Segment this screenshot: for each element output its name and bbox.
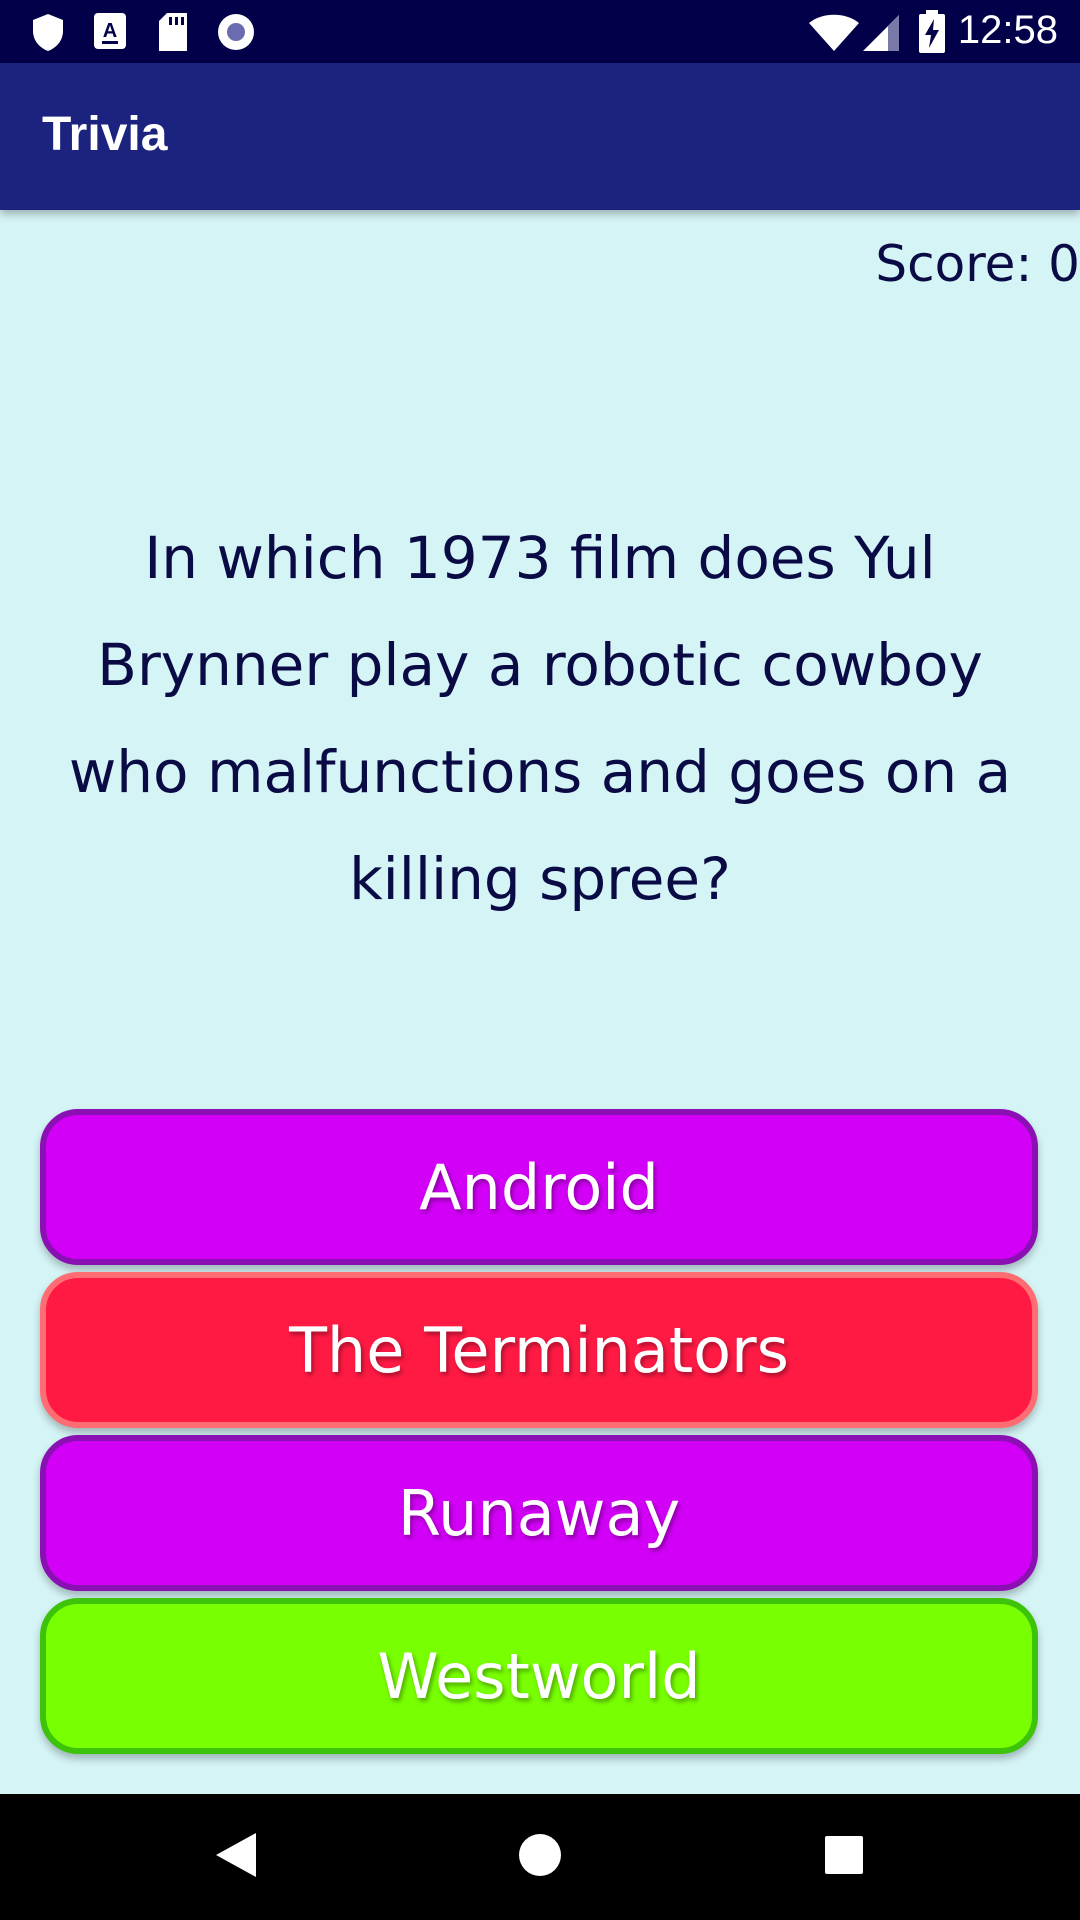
answer-button-android[interactable]: Android	[40, 1109, 1038, 1265]
sd-card-icon	[157, 12, 189, 56]
question-text: In which 1973 film does Yul Brynner play…	[68, 524, 1012, 913]
answer-button-runaway[interactable]: Runaway	[40, 1435, 1038, 1591]
trivia-screen: A 12:58 Trivia Score: 0 In which 1973 fi…	[0, 0, 1080, 1920]
svg-text:A: A	[103, 20, 117, 42]
record-icon	[216, 12, 256, 56]
back-icon	[214, 1831, 258, 1883]
shield-icon	[30, 12, 66, 56]
status-time: 12:58	[957, 8, 1058, 52]
status-bar: A 12:58	[0, 0, 1080, 63]
home-icon	[518, 1833, 562, 1881]
signal-icon	[862, 14, 900, 56]
back-button[interactable]	[161, 1794, 311, 1920]
home-button[interactable]	[465, 1794, 615, 1920]
score-label: Score: 0	[875, 235, 1080, 293]
a-notification-icon: A	[93, 12, 127, 54]
recents-button[interactable]	[769, 1794, 919, 1920]
battery-charging-icon	[918, 10, 946, 58]
recents-icon	[824, 1835, 864, 1879]
answer-button-westworld[interactable]: Westworld	[40, 1598, 1038, 1754]
app-title: Trivia	[42, 108, 168, 161]
answer-button-the-terminators[interactable]: The Terminators	[40, 1272, 1038, 1428]
wifi-icon	[808, 14, 860, 56]
navigation-bar	[0, 1794, 1080, 1920]
app-bar: Trivia	[0, 63, 1080, 210]
